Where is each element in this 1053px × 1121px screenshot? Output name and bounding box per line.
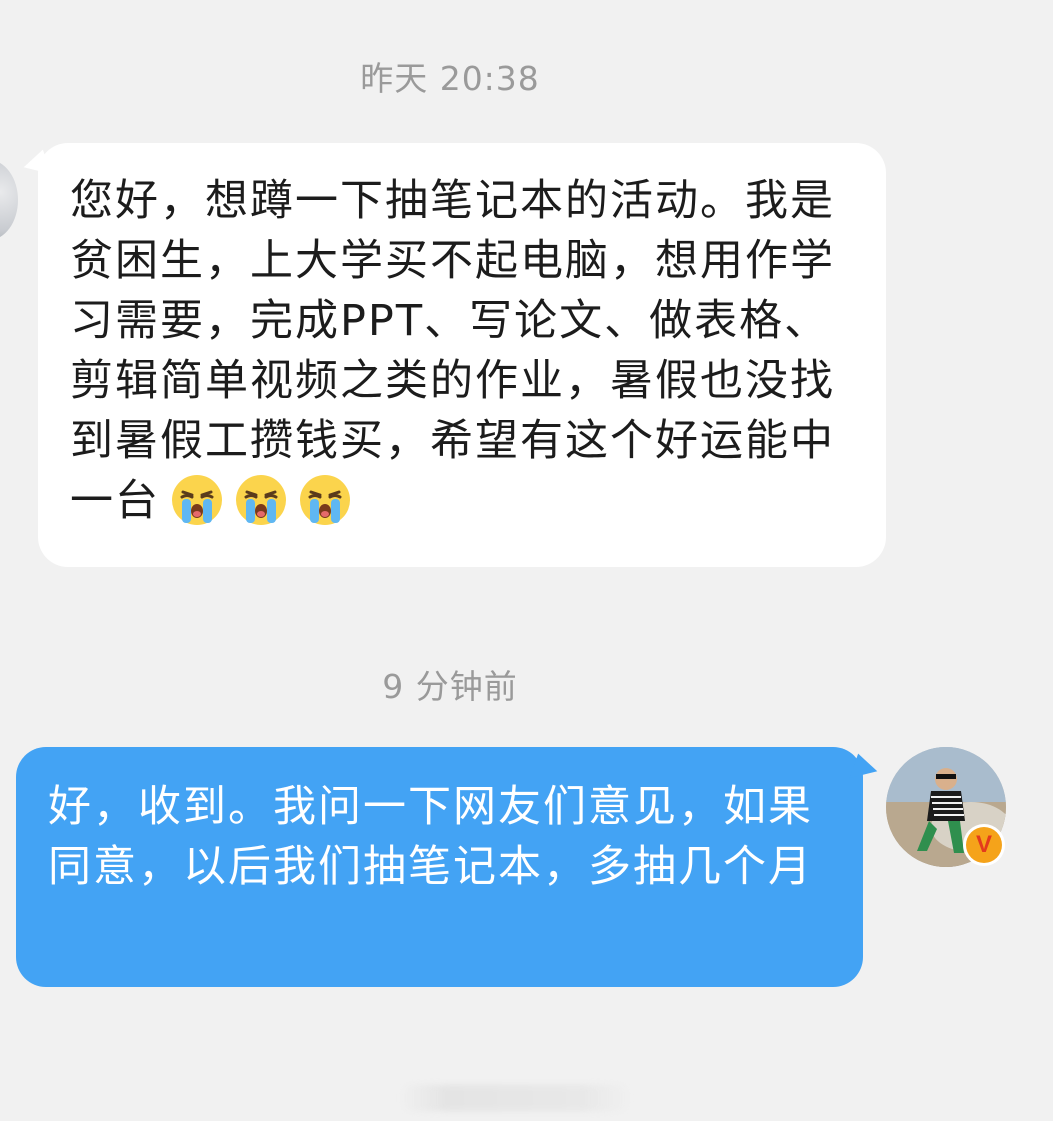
incoming-message-bubble[interactable]: 您好，想蹲一下抽笔记本的活动。我是贫困生，上大学买不起电脑，想用作学习需要，完成… — [38, 143, 886, 567]
timestamp-minutes-ago: 9 分钟前 — [382, 667, 518, 706]
timestamp-yesterday: 昨天 20:38 — [360, 59, 540, 98]
outgoing-message-bubble[interactable]: 好，收到。我问一下网友们意见，如果同意，以后我们抽笔记本，多抽几个月 — [16, 747, 863, 987]
outgoing-message-text: 好，收到。我问一下网友们意见，如果同意，以后我们抽笔记本，多抽几个月 — [48, 782, 813, 892]
verified-badge-icon: V — [963, 824, 1005, 866]
loudly-crying-face-icon — [300, 474, 350, 525]
loudly-crying-face-icon — [236, 474, 286, 525]
loudly-crying-face-icon — [172, 474, 222, 525]
emoji-group — [160, 474, 352, 526]
sender-avatar[interactable] — [0, 160, 18, 240]
bottom-blurred-strip — [400, 1085, 630, 1111]
verified-badge-letter: V — [966, 827, 1002, 863]
